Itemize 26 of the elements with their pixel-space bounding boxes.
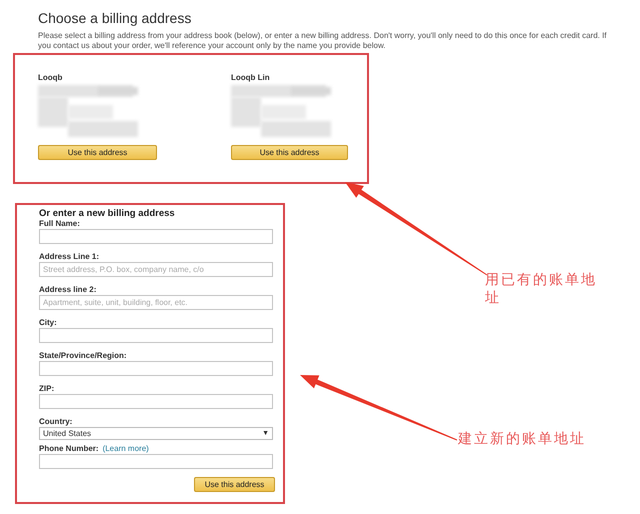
section-heading: Or enter a new billing address xyxy=(39,208,176,219)
learn-more-link[interactable]: (Learn more) xyxy=(102,444,149,453)
field-label: State/Province/Region: xyxy=(39,351,127,360)
annotation-text: 建立新的账单地址 xyxy=(458,429,587,447)
field-label: Country: xyxy=(39,417,72,426)
field-label: Full Name: xyxy=(39,219,80,228)
input-field[interactable] xyxy=(39,361,273,376)
use-address-button[interactable]: Use this address xyxy=(194,477,275,492)
annotation-text: 用已有的账单地址 xyxy=(485,270,598,306)
use-address-button[interactable]: Use this address xyxy=(231,145,348,160)
input-field[interactable] xyxy=(39,328,273,343)
page-title: Choose a billing address xyxy=(38,10,192,26)
address-name: Looqb Lin xyxy=(231,73,271,83)
input-field[interactable] xyxy=(39,229,273,244)
field-label: City: xyxy=(39,318,57,327)
use-address-button[interactable]: Use this address xyxy=(38,145,157,160)
field-label: Address Line 1: xyxy=(39,252,100,261)
input-field[interactable]: Street address, P.O. box, company name, c/o xyxy=(39,262,273,277)
input-field[interactable]: Apartment, suite, unit, building, floor, etc. xyxy=(39,295,273,310)
address-name: Looqb xyxy=(38,73,64,83)
field-label: Phone Number: xyxy=(39,444,99,453)
field-label: ZIP: xyxy=(39,384,54,393)
input-field[interactable] xyxy=(39,394,273,409)
input-field[interactable] xyxy=(39,454,273,469)
field-label: Address line 2: xyxy=(39,285,96,294)
instructions-text: Please select a billing address from your address book (below), or enter a new billing address. Don't worry, you'll only need to do this once for each credit card. If you contact us about your order, we'll reference your account only by the name you provide below. xyxy=(38,31,608,51)
